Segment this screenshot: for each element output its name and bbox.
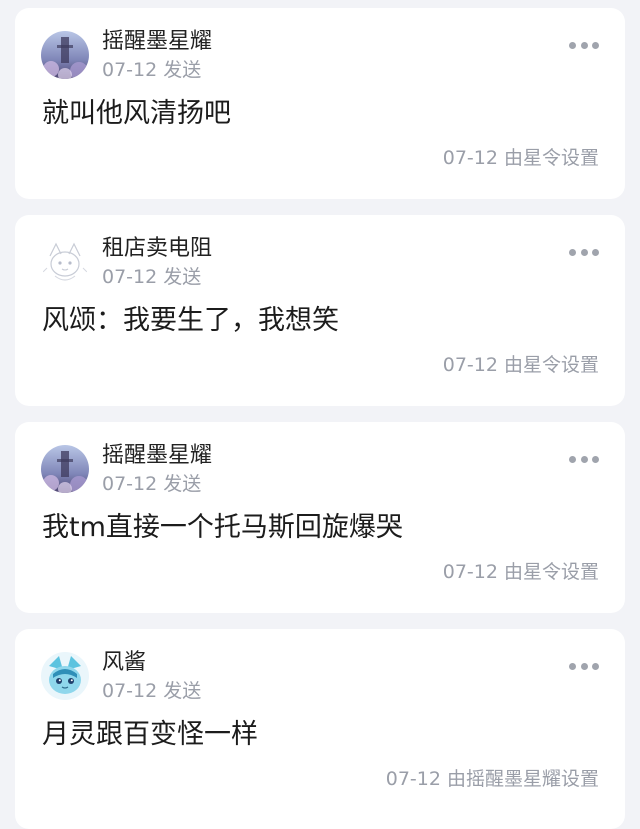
more-icon[interactable] (569, 659, 599, 673)
glaceon-avatar-icon (41, 652, 89, 700)
avatar[interactable] (41, 31, 89, 79)
message-card: 风酱 07-12 发送 月灵跟百变怪一样 07-12 由摇醒墨星耀设置 (15, 629, 625, 829)
message-text: 风颂：我要生了，我想笑 (42, 305, 339, 336)
sketch-fox-avatar-icon (41, 238, 89, 286)
message-text: 月灵跟百变怪一样 (42, 719, 258, 750)
sent-time: 07-12 发送 (102, 266, 202, 288)
avatar[interactable] (41, 652, 89, 700)
set-info: 07-12 由摇醒墨星耀设置 (385, 768, 599, 790)
sent-time: 07-12 发送 (102, 680, 202, 702)
more-icon[interactable] (569, 452, 599, 466)
message-card: 摇醒墨星耀 07-12 发送 就叫他风清扬吧 07-12 由星令设置 (15, 8, 625, 199)
avatar[interactable] (41, 445, 89, 493)
author-name[interactable]: 租店卖电阻 (102, 236, 212, 262)
author-name[interactable]: 风酱 (102, 650, 146, 676)
message-text: 就叫他风清扬吧 (42, 98, 231, 129)
set-info: 07-12 由星令设置 (442, 354, 599, 376)
message-card: 摇醒墨星耀 07-12 发送 我tm直接一个托马斯回旋爆哭 07-12 由星令设… (15, 422, 625, 613)
message-text: 我tm直接一个托马斯回旋爆哭 (42, 512, 403, 543)
more-icon[interactable] (569, 245, 599, 259)
set-info: 07-12 由星令设置 (442, 561, 599, 583)
sent-time: 07-12 发送 (102, 473, 202, 495)
sent-time: 07-12 发送 (102, 59, 202, 81)
author-name[interactable]: 摇醒墨星耀 (102, 29, 212, 55)
blue-sky-avatar-icon (41, 445, 89, 493)
blue-sky-avatar-icon (41, 31, 89, 79)
author-name[interactable]: 摇醒墨星耀 (102, 443, 212, 469)
message-card: 租店卖电阻 07-12 发送 风颂：我要生了，我想笑 07-12 由星令设置 (15, 215, 625, 406)
set-info: 07-12 由星令设置 (442, 147, 599, 169)
more-icon[interactable] (569, 38, 599, 52)
avatar[interactable] (41, 238, 89, 286)
